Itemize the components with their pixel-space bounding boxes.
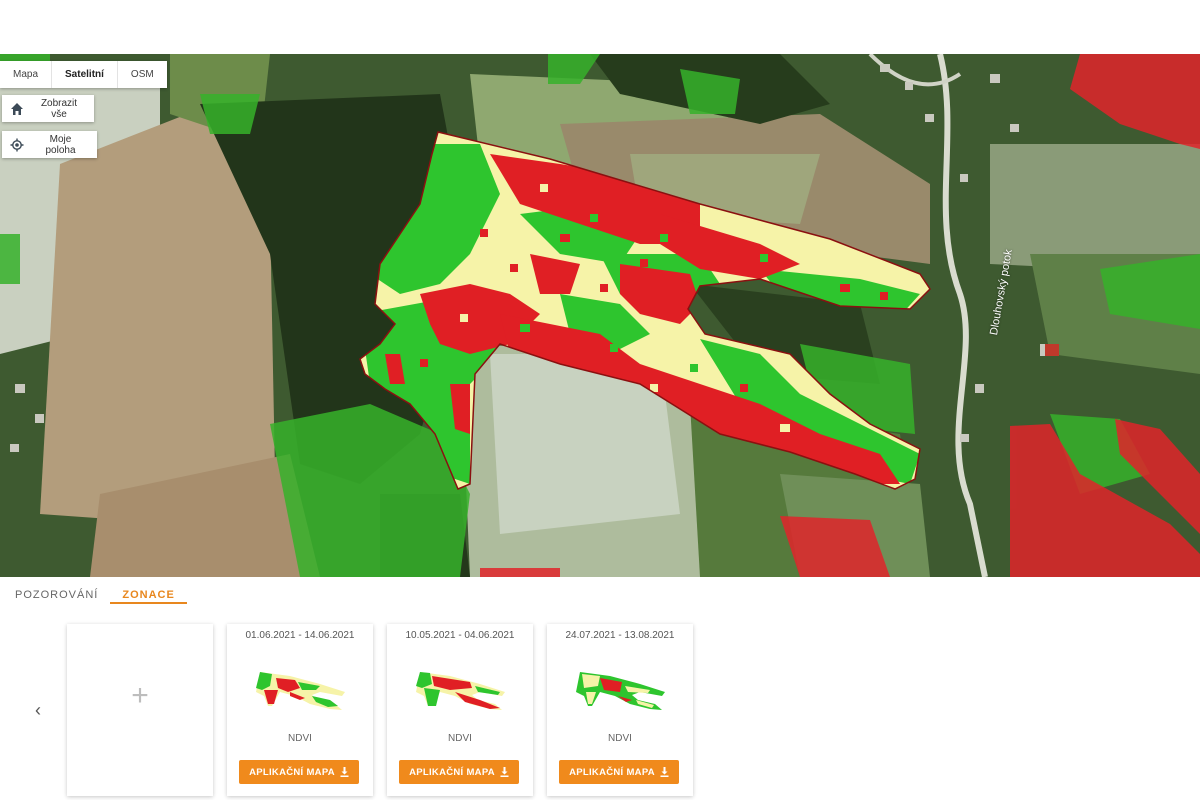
card-index-label: NDVI bbox=[608, 733, 632, 744]
tab-zoning[interactable]: ZONACE bbox=[110, 584, 187, 604]
view-tabs: POZOROVÁNÍ ZONACE bbox=[0, 584, 187, 606]
download-application-map-button[interactable]: APLIKAČNÍ MAPA bbox=[239, 760, 359, 784]
zoning-thumbnail bbox=[256, 672, 345, 710]
download-button-label: APLIKAČNÍ MAPA bbox=[569, 766, 655, 778]
tab-observation[interactable]: POZOROVÁNÍ bbox=[0, 584, 110, 604]
download-icon bbox=[340, 767, 349, 777]
show-all-label: Zobrazit vše bbox=[40, 97, 78, 120]
chevron-left-icon[interactable]: ‹ bbox=[30, 700, 46, 720]
map-view[interactable]: Mapa Satelitní OSM Zobrazit vše Moje pol… bbox=[0, 54, 1200, 577]
card-date-range: 01.06.2021 - 14.06.2021 bbox=[245, 630, 355, 641]
map-type-mapa[interactable]: Mapa bbox=[0, 61, 53, 88]
home-icon bbox=[10, 102, 24, 116]
download-button-label: APLIKAČNÍ MAPA bbox=[409, 766, 495, 778]
card-date-range: 10.05.2021 - 04.06.2021 bbox=[405, 630, 515, 641]
map-type-satellite[interactable]: Satelitní bbox=[52, 61, 118, 88]
top-bar bbox=[0, 0, 1200, 54]
card-date-range: 24.07.2021 - 13.08.2021 bbox=[565, 630, 675, 641]
map-type-switcher: Mapa Satelitní OSM bbox=[0, 61, 167, 88]
download-icon bbox=[500, 767, 509, 777]
plus-icon: + bbox=[131, 679, 149, 712]
download-application-map-button[interactable]: APLIKAČNÍ MAPA bbox=[399, 760, 519, 784]
zoning-card[interactable]: 24.07.2021 - 13.08.2021 NDVI APLIKAČNÍ M… bbox=[547, 624, 693, 796]
card-index-label: NDVI bbox=[288, 733, 312, 744]
zoning-card[interactable]: 01.06.2021 - 14.06.2021 NDVI APLIKAČNÍ M… bbox=[227, 624, 373, 796]
show-all-button[interactable]: Zobrazit vše bbox=[2, 95, 94, 122]
download-application-map-button[interactable]: APLIKAČNÍ MAPA bbox=[559, 760, 679, 784]
my-location-button[interactable]: Moje poloha bbox=[2, 131, 97, 158]
add-zoning-card[interactable]: + bbox=[67, 624, 213, 796]
my-location-label: Moje poloha bbox=[45, 133, 76, 156]
download-icon bbox=[660, 767, 669, 777]
map-type-osm[interactable]: OSM bbox=[117, 61, 167, 88]
location-target-icon bbox=[10, 138, 24, 152]
card-index-label: NDVI bbox=[448, 733, 472, 744]
zoning-thumbnail bbox=[416, 672, 505, 710]
download-button-label: APLIKAČNÍ MAPA bbox=[249, 766, 335, 778]
zoning-card[interactable]: 10.05.2021 - 04.06.2021 NDVI APLIKAČNÍ M… bbox=[387, 624, 533, 796]
zoning-field-overlay bbox=[359, 131, 931, 490]
zoning-thumbnail bbox=[576, 672, 665, 710]
